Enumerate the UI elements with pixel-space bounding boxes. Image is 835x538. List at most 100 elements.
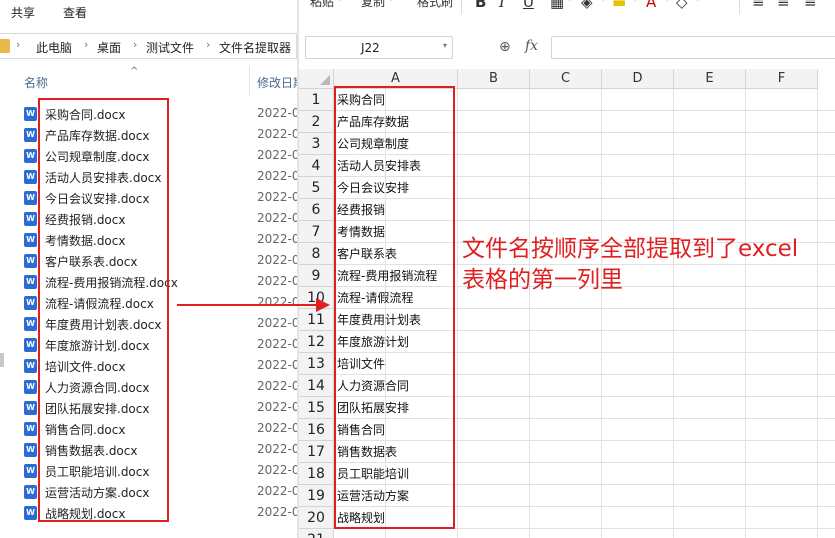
align-center-icon[interactable]: ≡ [777,0,790,11]
word-document-icon: W [24,380,37,394]
row-header[interactable]: 21 [299,529,334,538]
zoom-icon[interactable]: ⊕ [499,39,511,55]
row-header[interactable]: 12 [299,331,334,353]
border-icon[interactable]: ▦ [550,0,564,11]
breadcrumb-separator-icon: › [84,38,89,51]
file-date-modified: 2022-0 [257,211,297,225]
row-header[interactable]: 5 [299,177,334,199]
breadcrumb-separator-icon: › [16,38,21,51]
column-header-d[interactable]: D [602,69,674,89]
breadcrumb-this-pc[interactable]: 此电脑 [36,39,72,56]
highlight-icon[interactable]: ▬ [612,0,626,11]
column-header-b[interactable]: B [458,69,530,89]
chevron-down-icon[interactable]: ▾ [443,41,447,50]
column-header-f[interactable]: F [746,69,818,89]
file-date-modified: 2022-0 [257,190,297,204]
bold-button[interactable]: B [475,0,486,11]
word-document-icon: W [24,443,37,457]
row-header[interactable]: 19 [299,485,334,507]
column-header-c[interactable]: C [530,69,602,89]
word-document-icon: W [24,191,37,205]
word-document-icon: W [24,128,37,142]
column-header-e[interactable]: E [674,69,746,89]
file-date-modified: 2022-0 [257,295,297,309]
word-document-icon: W [24,317,37,331]
file-date-modified: 2022-0 [257,358,297,372]
font-color-icon[interactable]: A [646,0,656,11]
tab-share[interactable]: 共享 [11,4,35,21]
align-right-icon[interactable]: ≡ [804,0,817,11]
name-box[interactable]: J22 ▾ [305,36,453,59]
format-painter-button[interactable]: 格式刷 [417,0,453,10]
file-date-modified: 2022-0 [257,232,297,246]
word-document-icon: W [24,338,37,352]
breadcrumb-desktop[interactable]: 桌面 [97,39,121,56]
file-date-modified: 2022-0 [257,148,297,162]
breadcrumb-test-files[interactable]: 测试文件 [146,39,194,56]
chevron-down-icon[interactable]: ▾ [601,0,605,3]
word-document-icon: W [24,212,37,226]
file-date-modified: 2022-0 [257,400,297,414]
column-divider[interactable] [249,66,250,96]
row-header[interactable]: 9 [299,265,334,287]
chevron-down-icon[interactable]: ▾ [568,0,572,3]
row-header[interactable]: 11 [299,309,334,331]
row-header[interactable]: 4 [299,155,334,177]
file-date-modified: 2022-0 [257,505,297,519]
column-header-date-modified[interactable]: 修改日期 [257,74,297,91]
highlight-box-column-a [334,86,455,529]
clear-format-icon[interactable]: ◇ [676,0,688,11]
chevron-down-icon[interactable]: ▾ [633,0,637,3]
row-header[interactable]: 1 [299,89,334,111]
file-date-modified: 2022-0 [257,253,297,267]
word-document-icon: W [24,359,37,373]
chevron-down-icon[interactable]: ▾ [696,0,700,3]
word-document-icon: W [24,107,37,121]
ribbon-tabs: 共享 查看 [0,0,297,25]
underline-button[interactable]: U [523,0,534,11]
formula-input[interactable] [551,36,835,59]
chevron-down-icon[interactable]: ▾ [338,0,342,3]
word-document-icon: W [24,254,37,268]
row-header[interactable]: 15 [299,397,334,419]
fill-color-icon[interactable]: ◈ [581,0,593,11]
row-header[interactable]: 3 [299,133,334,155]
select-all-corner[interactable] [299,69,334,89]
word-document-icon: W [24,422,37,436]
sort-ascending-icon: ^ [130,66,139,77]
file-date-modified: 2022-0 [257,169,297,183]
address-bar[interactable]: › 此电脑 › 桌面 › 测试文件 › 文件名提取器 [0,33,297,59]
column-header-name[interactable]: 名称 [24,74,48,91]
word-document-icon: W [24,170,37,184]
tab-view[interactable]: 查看 [63,4,87,21]
row-header[interactable]: 14 [299,375,334,397]
align-left-icon[interactable]: ≡ [752,0,765,11]
file-date-modified: 2022-0 [257,316,297,330]
row-header[interactable]: 2 [299,111,334,133]
row-header[interactable]: 20 [299,507,334,529]
row-header[interactable]: 16 [299,419,334,441]
word-document-icon: W [24,233,37,247]
row-header[interactable]: 17 [299,441,334,463]
breadcrumb-filename-extractor[interactable]: 文件名提取器 [219,39,291,56]
arrow-right-icon [316,298,330,312]
row-header[interactable]: 7 [299,221,334,243]
chevron-down-icon[interactable]: ▾ [665,0,669,3]
name-box-value: J22 [361,41,380,55]
file-date-modified: 2022-0 [257,379,297,393]
row-header[interactable]: 6 [299,199,334,221]
file-date-modified: 2022-0 [257,274,297,288]
select-all-icon [320,75,330,85]
breadcrumb-separator-icon: › [206,38,211,51]
paste-button[interactable]: 粘贴 [310,0,334,10]
row-header[interactable]: 8 [299,243,334,265]
copy-button[interactable]: 复制 [361,0,385,10]
file-date-modified: 2022-0 [257,337,297,351]
italic-button[interactable]: I [499,0,505,11]
toolbar-separator [739,0,740,14]
row-header[interactable]: 18 [299,463,334,485]
chevron-down-icon[interactable]: ▾ [389,0,393,3]
row-header[interactable]: 13 [299,353,334,375]
fx-icon[interactable]: fx [525,38,538,54]
arrow-line [177,304,319,306]
